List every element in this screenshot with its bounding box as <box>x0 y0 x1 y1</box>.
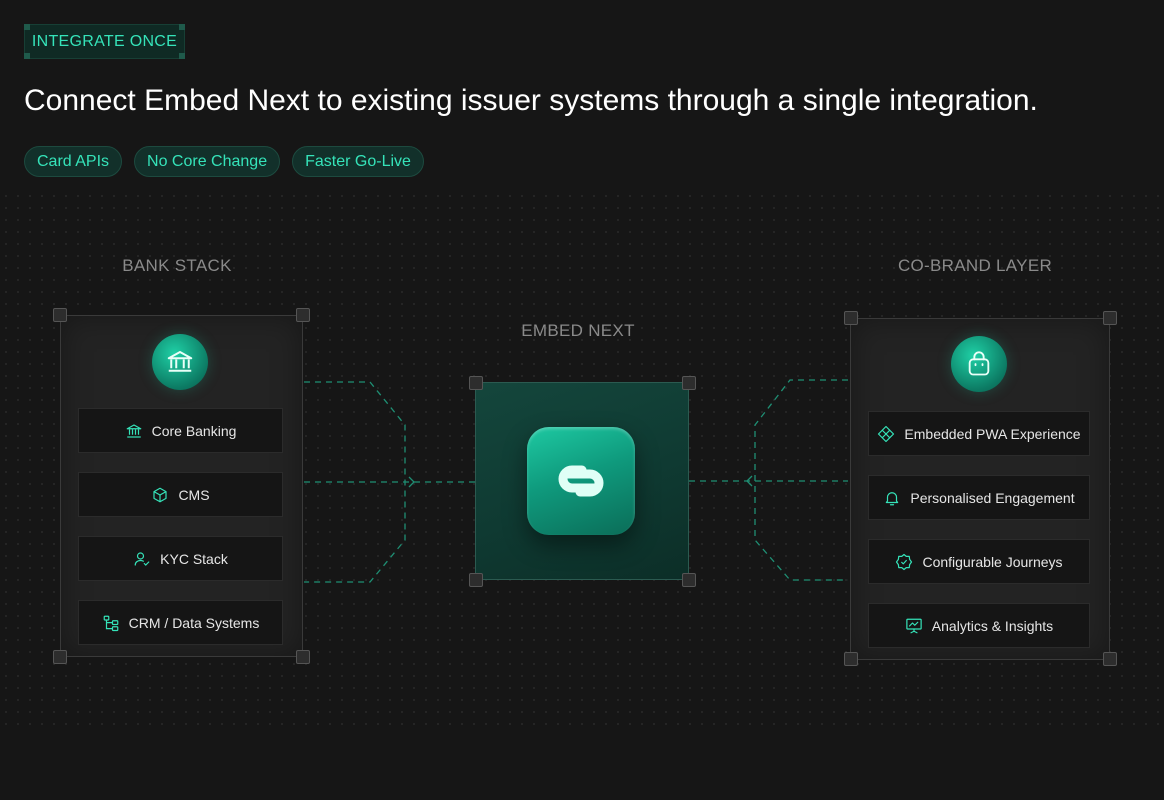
resize-handle <box>53 650 67 664</box>
feature-pills: Card APIs No Core Change Faster Go-Live <box>24 146 424 177</box>
bank-stack-title: BANK STACK <box>122 256 232 275</box>
pill-card-apis: Card APIs <box>24 146 123 177</box>
resize-handle <box>53 308 67 322</box>
cobrand-item-label: Embedded PWA Experience <box>904 425 1081 442</box>
embed-next-logo-icon <box>558 465 604 497</box>
resize-handle <box>469 573 483 587</box>
bank-item-label: CMS <box>178 486 210 503</box>
arrow-left-icon <box>746 475 753 487</box>
eyebrow-tag: INTEGRATE ONCE <box>24 24 185 59</box>
bank-icon <box>167 351 193 372</box>
resize-handle <box>1103 652 1117 666</box>
pill-faster-go-live: Faster Go-Live <box>292 146 424 177</box>
bank-badge <box>152 334 208 390</box>
diamond-grid-icon <box>878 425 895 442</box>
cube-icon <box>153 487 168 502</box>
resize-handle <box>296 308 310 322</box>
cobrand-item-personalised-engagement: Personalised Engagement <box>868 475 1090 520</box>
badge-check-icon <box>896 553 913 570</box>
resize-handle <box>1103 311 1117 325</box>
arrow-right-icon <box>408 476 415 488</box>
user-check-icon <box>134 551 150 566</box>
resize-handle <box>844 652 858 666</box>
resize-handle <box>296 650 310 664</box>
tag-corner <box>179 53 185 59</box>
shopping-bag-badge <box>951 336 1007 392</box>
resize-handle <box>682 573 696 587</box>
bank-item-kyc-stack: KYC Stack <box>78 536 283 581</box>
bank-item-label: Core Banking <box>151 422 237 439</box>
bank-item-crm-data-systems: CRM / Data Systems <box>78 600 283 645</box>
presentation-chart-icon <box>906 618 922 633</box>
cobrand-connector-bracket <box>754 379 848 581</box>
pill-no-core-change: No Core Change <box>134 146 281 177</box>
bank-item-label: KYC Stack <box>160 550 228 567</box>
cobrand-layer-title: CO-BRAND LAYER <box>897 256 1053 275</box>
hierarchy-icon <box>103 615 118 631</box>
bank-item-core-banking: Core Banking <box>78 408 283 453</box>
tag-corner <box>24 24 30 30</box>
resize-handle <box>469 376 483 390</box>
resize-handle <box>844 311 858 325</box>
cobrand-item-label: Configurable Journeys <box>922 553 1063 570</box>
bank-icon <box>126 423 141 438</box>
shopping-bag-icon <box>968 351 990 376</box>
tag-corner <box>179 24 185 30</box>
resize-handle <box>682 376 696 390</box>
cobrand-item-label: Personalised Engagement <box>910 489 1075 506</box>
cobrand-item-configurable-journeys: Configurable Journeys <box>868 539 1090 584</box>
embed-next-logo-tile <box>527 427 635 535</box>
bank-connector-bracket <box>304 381 406 583</box>
embed-next-title: EMBED NEXT <box>521 321 635 340</box>
bank-item-label: CRM / Data Systems <box>128 614 260 631</box>
bell-icon <box>886 491 899 505</box>
eyebrow-label: INTEGRATE ONCE <box>31 32 178 50</box>
cobrand-item-embedded-pwa: Embedded PWA Experience <box>868 411 1090 456</box>
bank-item-cms: CMS <box>78 472 283 517</box>
cobrand-item-analytics-insights: Analytics & Insights <box>868 603 1090 648</box>
tag-corner <box>24 53 30 59</box>
cobrand-item-label: Analytics & Insights <box>931 617 1054 634</box>
page-headline: Connect Embed Next to existing issuer sy… <box>24 84 1038 117</box>
